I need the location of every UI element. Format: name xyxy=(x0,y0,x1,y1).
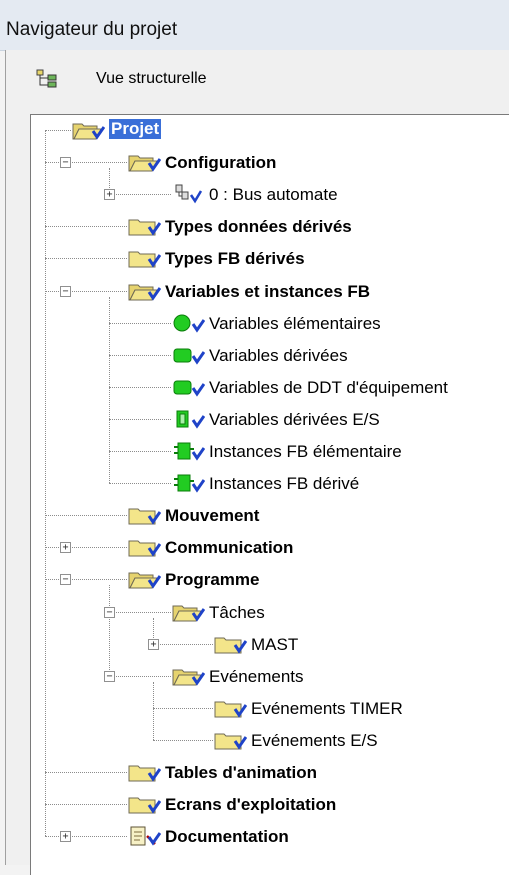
project-tree[interactable]: Projet − Configuration +0 : Bus automate Typ… xyxy=(30,114,509,875)
minus-icon: − xyxy=(62,574,69,586)
tree-node-label: Instances FB dérivé xyxy=(209,474,360,494)
tree-node-label: Evénements xyxy=(209,666,304,686)
tree-node-ev-nements-timer[interactable]: Evénements TIMER xyxy=(31,693,509,723)
documentation-icon xyxy=(127,824,162,848)
collapse-button[interactable]: − xyxy=(104,606,115,618)
tree-node-label: Variables dérivées E/S xyxy=(209,409,380,429)
tree-node-label: Evénements E/S xyxy=(251,730,378,750)
folder-open-icon xyxy=(71,118,106,142)
tree-node-label: Variables dérivées xyxy=(209,345,348,365)
tree-node-label: Evénements TIMER xyxy=(251,698,403,718)
tree-node-variables-et-instances-fb[interactable]: − Variables et instances FB xyxy=(31,276,509,306)
folder-open-icon xyxy=(127,567,162,591)
plus-icon: + xyxy=(62,831,69,843)
tree-node-configuration[interactable]: − Configuration xyxy=(31,147,509,177)
tree-node-documentation[interactable]: + Documentation xyxy=(31,821,509,851)
toolbar: Vue structurelle xyxy=(6,50,509,110)
tree-node-types-fb-d-riv-s[interactable]: Types FB dérivés xyxy=(31,243,509,273)
tree-node-label: Tables d'animation xyxy=(165,763,318,782)
tree-node-label: Tâches xyxy=(209,602,265,622)
expand-button[interactable]: + xyxy=(104,189,115,201)
tree-node-label: Variables de DDT d'équipement xyxy=(209,377,448,397)
expand-button[interactable]: + xyxy=(148,638,159,650)
tree-node-0-bus-automate[interactable]: +0 : Bus automate xyxy=(31,179,509,209)
tree-node-projet[interactable]: Projet xyxy=(31,115,509,145)
tree-node-label: Programme xyxy=(165,570,260,590)
collapse-button[interactable]: − xyxy=(104,670,115,682)
folder-open-icon xyxy=(127,279,162,303)
tree-node-programme[interactable]: − Programme xyxy=(31,564,509,594)
io-derived-variable-icon xyxy=(171,407,206,431)
tree-node-variables-de-ddt-d-quipement[interactable]: Variables de DDT d'équipement xyxy=(31,372,509,402)
collapse-button[interactable]: − xyxy=(60,574,71,586)
tree-node-ev-nements[interactable]: − Evénements xyxy=(31,661,509,691)
tree-node-label: Documentation xyxy=(165,827,289,847)
folder-open-icon xyxy=(171,600,206,624)
minus-icon: − xyxy=(106,606,113,618)
tree-node-label: Mouvement xyxy=(165,506,260,526)
folder-icon xyxy=(213,728,248,752)
folder-icon xyxy=(127,503,162,527)
tree-node-label: Configuration xyxy=(165,153,277,173)
folder-open-icon xyxy=(171,664,206,688)
plus-icon: + xyxy=(106,189,113,201)
folder-open-icon xyxy=(127,150,162,174)
tree-node-label: Variables et instances FB xyxy=(165,281,371,301)
project-browser-panel: Vue structurelle Projet − Configuration +0 … xyxy=(5,50,509,875)
folder-icon xyxy=(127,214,162,238)
tree-node-label: Instances FB élémentaire xyxy=(209,442,402,461)
tree-node-label: 0 : Bus automate xyxy=(209,185,338,205)
tree-node-label: Types données dérivés xyxy=(165,217,352,237)
tree-node-instances-fb-d-riv[interactable]: Instances FB dérivé xyxy=(31,468,509,498)
folder-icon xyxy=(127,760,162,784)
folder-icon xyxy=(127,246,162,270)
collapse-button[interactable]: − xyxy=(60,157,71,169)
structure-view-icon[interactable] xyxy=(36,69,58,89)
minus-icon: − xyxy=(62,157,69,169)
tree-node-label: Ecrans d'exploitation xyxy=(165,795,337,815)
tree-node-instances-fb-l-mentaire[interactable]: Instances FB élémentaire xyxy=(31,436,509,466)
window-title: Navigateur du projet xyxy=(6,19,178,40)
minus-icon: − xyxy=(62,285,69,297)
tree-node-tables-d-animation[interactable]: Tables d'animation xyxy=(31,757,509,787)
tree-node-variables-l-mentaires[interactable]: Variables élémentaires xyxy=(31,308,509,338)
folder-icon xyxy=(127,792,162,816)
tree-node-label: MAST xyxy=(251,634,299,654)
derived-variable-icon xyxy=(171,343,206,367)
folder-icon xyxy=(127,535,162,559)
tree-node-mouvement[interactable]: Mouvement xyxy=(31,500,509,530)
tree-node-communication[interactable]: + Communication xyxy=(31,532,509,562)
tree-node-ecrans-d-exploitation[interactable]: Ecrans d'exploitation xyxy=(31,789,509,819)
minus-icon: − xyxy=(106,670,113,682)
folder-icon xyxy=(213,696,248,720)
tree-node-label: Variables élémentaires xyxy=(209,313,381,333)
tree-node-label: Types FB dérivés xyxy=(165,249,305,269)
tree-node-label: Communication xyxy=(165,538,294,558)
folder-icon xyxy=(213,632,248,656)
title-bar: Navigateur du projet xyxy=(0,0,509,51)
collapse-button[interactable]: − xyxy=(60,285,71,297)
elementary-variable-icon xyxy=(171,311,206,335)
tree-node-label: Projet xyxy=(109,119,162,139)
expand-button[interactable]: + xyxy=(60,542,71,554)
tree-node-variables-d-riv-es[interactable]: Variables dérivées xyxy=(31,340,509,370)
tree-node-types-donn-es-d-riv-s[interactable]: Types données dérivés xyxy=(31,211,509,241)
plus-icon: + xyxy=(150,638,157,650)
tree-node-mast[interactable]: + MAST xyxy=(31,629,509,659)
derived-fb-instance-icon xyxy=(171,471,206,495)
tree-node-t-ches[interactable]: − Tâches xyxy=(31,597,509,627)
expand-button[interactable]: + xyxy=(60,831,71,843)
plus-icon: + xyxy=(62,542,69,554)
device-ddt-variable-icon xyxy=(171,375,206,399)
tree-node-variables-d-riv-es-e-s[interactable]: Variables dérivées E/S xyxy=(31,404,509,434)
structural-view-label[interactable]: Vue structurelle xyxy=(96,70,207,88)
tree-node-ev-nements-e-s[interactable]: Evénements E/S xyxy=(31,725,509,755)
fb-instance-icon xyxy=(171,439,206,463)
bus-icon xyxy=(171,182,205,206)
